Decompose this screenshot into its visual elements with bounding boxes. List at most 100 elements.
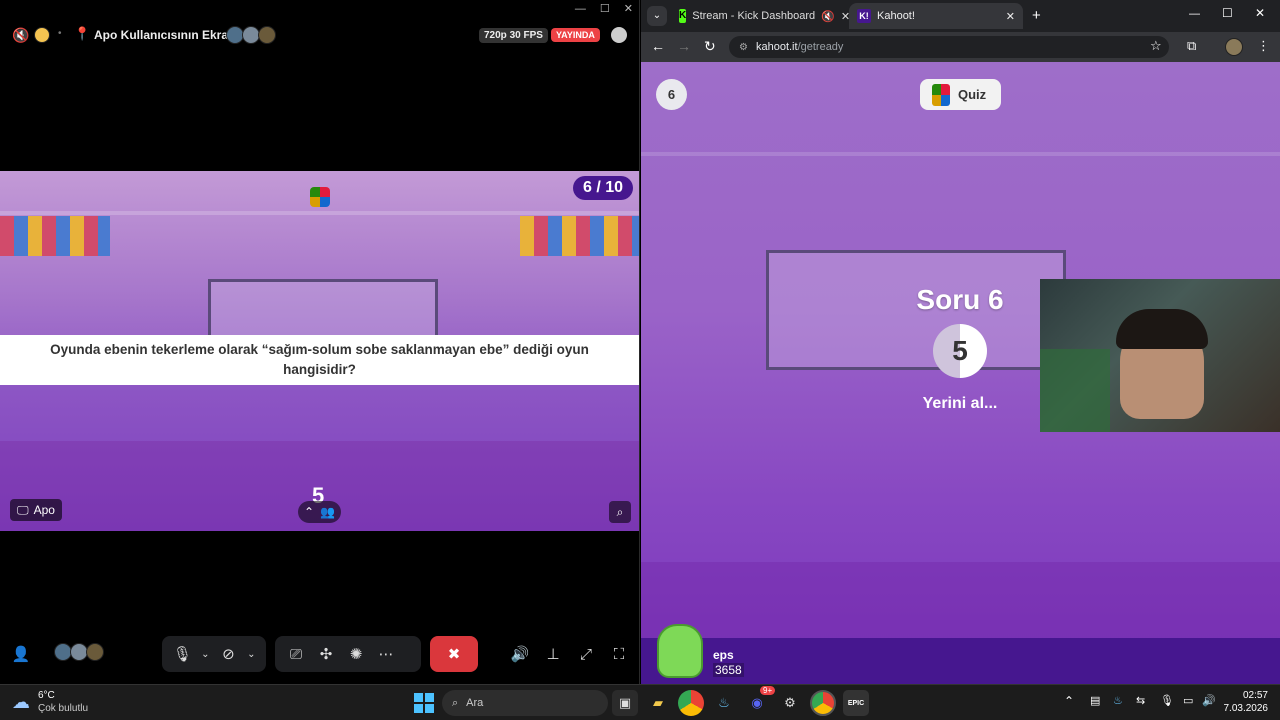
emoji-avatar — [34, 27, 50, 43]
app-icon[interactable]: ⚙ — [777, 690, 803, 716]
profile-avatar[interactable] — [1225, 38, 1243, 56]
window-controls: — ☐ ✕ — [575, 2, 633, 16]
webcam-overlay — [1040, 279, 1280, 432]
add-person-icon[interactable]: 👤 — [6, 639, 36, 669]
viewer-avatars[interactable] — [226, 26, 276, 44]
back-icon[interactable]: ← — [651, 38, 665, 54]
soundboard-icon[interactable]: ✺ — [341, 639, 371, 669]
search-icon: ⌕ — [452, 696, 459, 709]
chevron-down-icon[interactable]: ⌄ — [243, 639, 260, 669]
question-counter: 6 / 10 — [572, 176, 633, 200]
weather-desc[interactable]: Çok bulutlu — [38, 703, 88, 714]
taskbar-search[interactable]: ⌕ Ara — [442, 690, 608, 716]
epic-games-icon[interactable]: EPIC — [843, 690, 869, 716]
address-bar[interactable]: ⚙ kahoot.it/getready — [729, 36, 1169, 58]
display-icon[interactable]: ▭ — [1183, 694, 1193, 707]
player-avatar — [657, 624, 703, 678]
kahoot-logo-icon — [310, 187, 330, 207]
disconnect-button[interactable]: ✖ — [430, 636, 478, 672]
pin-icon: 📍 — [74, 26, 91, 41]
microphone-icon[interactable]: 🎙 — [1160, 694, 1174, 707]
chrome-active-icon[interactable] — [810, 690, 836, 716]
chrome-icon[interactable] — [678, 690, 704, 716]
discord-stream-window: — ☐ ✕ 🔇 • 📍 Apo Kullanıcısının Ekranı 72… — [0, 0, 640, 684]
tab-strip: ⌄ K Stream - Kick Dashboard 🔇 ✕ K! Kahoo… — [641, 0, 1280, 32]
weather-cloud-icon[interactable]: ☁ — [12, 692, 30, 713]
bunting-right — [520, 216, 639, 256]
desks-area — [641, 562, 1280, 638]
camera-off-icon[interactable]: ⊘ — [214, 639, 243, 669]
collapse-participants-button[interactable]: ⌃ 👥 — [298, 501, 342, 523]
file-explorer-icon[interactable]: ▰ — [645, 690, 671, 716]
clock-date[interactable]: 7.03.2026 — [1212, 703, 1269, 714]
stream-title: Apo Kullanıcısının Ekranı — [94, 28, 239, 42]
chevron-down-icon[interactable]: ⌄ — [197, 639, 214, 669]
ceiling-line — [0, 211, 639, 215]
notification-badge: 9+ — [760, 686, 776, 695]
more-icon[interactable]: ⋯ — [371, 639, 401, 669]
mic-camera-group: 🎙 ⌄ ⊘ ⌄ — [162, 636, 266, 672]
search-label: Ara — [466, 697, 484, 709]
minimize-icon[interactable]: — — [575, 3, 586, 15]
question-heading: Soru 6 — [916, 284, 1004, 315]
popout-icon[interactable]: ⤢ — [571, 639, 601, 669]
reload-icon[interactable]: ↻ — [704, 38, 716, 55]
network-icon[interactable]: ⇆ — [1136, 694, 1145, 707]
shared-screen: 6 / 10 Oyunda ebenin tekerleme olarak “s… — [0, 171, 639, 531]
bunting-left — [0, 216, 110, 256]
chat-bubble-icon[interactable] — [611, 27, 627, 43]
windows-taskbar: ☁ 6°C Çok bulutlu ⌕ Ara ▣ ▰ ♨ ◉ 9+ ⚙ EPI… — [0, 684, 1280, 720]
quiz-type-badge: Quiz — [920, 79, 1001, 110]
close-icon[interactable]: ✕ — [624, 2, 633, 15]
green-chair — [1040, 349, 1110, 432]
get-ready-status: Yerini al... — [922, 395, 998, 412]
new-tab-icon[interactable]: + — [1032, 7, 1041, 24]
zoom-icon[interactable]: ⌕ — [609, 501, 631, 523]
extensions-icon[interactable]: ⧉ — [1187, 38, 1196, 54]
url-path: /getready — [797, 41, 844, 53]
start-button[interactable] — [414, 693, 434, 713]
close-icon[interactable]: ✕ — [1255, 6, 1265, 20]
maximize-icon[interactable]: ☐ — [1222, 6, 1233, 20]
close-icon[interactable]: ✕ — [1006, 10, 1015, 23]
avatar — [258, 26, 276, 44]
tray-app-icon[interactable]: ▤ — [1090, 694, 1100, 707]
menu-icon[interactable]: ⋮ — [1257, 38, 1270, 54]
quiz-icon — [932, 83, 950, 106]
microphone-icon[interactable]: 🎙 — [168, 639, 197, 669]
speaker-muted-icon[interactable]: 🔇 — [12, 27, 29, 44]
streamer-name: Apo — [33, 503, 55, 517]
participant-avatars[interactable] — [54, 643, 104, 661]
clock-time[interactable]: 02:57 — [1222, 690, 1268, 701]
tab-kahoot[interactable]: K! Kahoot! ✕ — [849, 3, 1023, 29]
maximize-icon[interactable]: ☐ — [600, 2, 610, 15]
volume-icon[interactable]: 🔊 — [505, 639, 535, 669]
task-view-icon[interactable]: ▣ — [612, 690, 638, 716]
chevron-up-icon[interactable]: ⌃ — [1064, 694, 1074, 708]
tab-label: Kahoot! — [877, 10, 915, 22]
activities-icon[interactable]: ✣ — [311, 639, 341, 669]
site-info-icon[interactable]: ⚙ — [739, 42, 748, 53]
ceiling-line — [641, 152, 1280, 156]
call-controls: 👤 🎙 ⌄ ⊘ ⌄ ⎚ ✣ ✺ ⋯ ✖ 🔊 ⊥ ⤢ ⛶ — [0, 636, 640, 674]
streamer-hair — [1116, 309, 1208, 349]
steam-tray-icon[interactable]: ♨ — [1113, 694, 1123, 707]
minimize-icon[interactable]: — — [1189, 8, 1200, 20]
question-index-badge: 6 — [656, 79, 687, 110]
tab-kick-dashboard[interactable]: K Stream - Kick Dashboard 🔇 ✕ — [671, 3, 850, 29]
stream-header: 🔇 • 📍 Apo Kullanıcısının Ekranı 720p 30 … — [0, 22, 640, 50]
weather-temp[interactable]: 6°C — [38, 690, 55, 701]
quiz-label: Quiz — [958, 87, 987, 102]
player-footer: eps 3658 — [641, 624, 1280, 684]
bookmark-star-icon[interactable]: ☆ — [1150, 38, 1162, 54]
chevron-up-icon: ⌃ — [304, 505, 315, 519]
avatar — [86, 643, 104, 661]
pin-icon[interactable]: ⊥ — [538, 639, 568, 669]
screen-share-icon[interactable]: ⎚ — [281, 639, 311, 669]
fullscreen-icon[interactable]: ⛶ — [604, 639, 634, 669]
forward-icon[interactable]: → — [677, 38, 691, 54]
tab-label: Stream - Kick Dashboard — [692, 10, 816, 22]
tab-search-icon[interactable]: ⌄ — [647, 6, 667, 26]
mute-icon[interactable]: 🔇 — [821, 10, 835, 23]
steam-icon[interactable]: ♨ — [711, 690, 737, 716]
